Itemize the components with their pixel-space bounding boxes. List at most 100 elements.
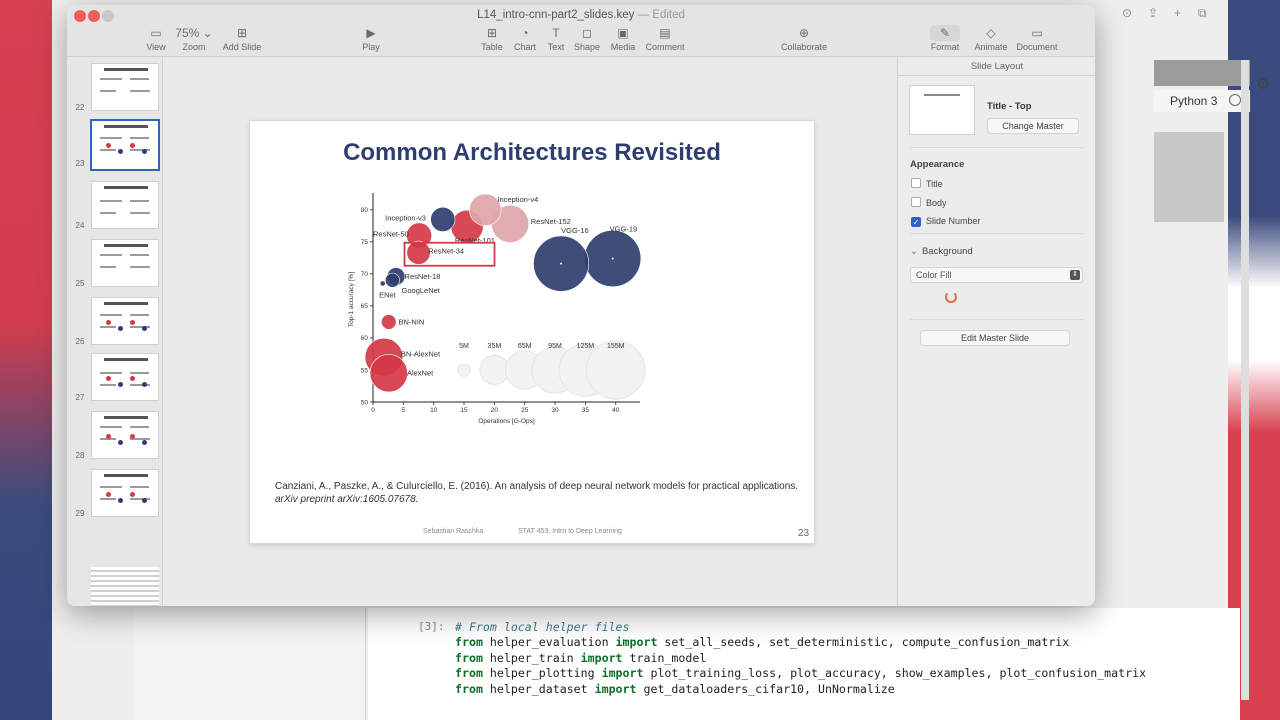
slide-thumbnail[interactable] — [91, 181, 159, 229]
checkbox[interactable] — [911, 178, 921, 188]
citation-venue: arXiv preprint arXiv:1605.07678. — [275, 493, 419, 505]
slide-citation[interactable]: Canziani, A., Paszke, A., & Culurciello,… — [275, 481, 805, 506]
code-keyword: from — [455, 650, 483, 665]
change-master-button[interactable]: Change Master — [987, 118, 1079, 134]
slide-thumbnail[interactable] — [91, 353, 159, 401]
jupyter-scrollbar[interactable] — [1241, 60, 1249, 700]
x-tick-label: 5 — [402, 407, 406, 414]
y-tick-label: 50 — [361, 399, 369, 406]
code-text: from helper_dataset import get_dataloade… — [455, 682, 895, 696]
x-axis-label: Operations [G-Ops] — [478, 418, 535, 425]
x-tick-label: 20 — [491, 407, 499, 414]
slide-thumbnail-number: 25 — [75, 279, 85, 288]
code-keyword: import — [601, 666, 644, 681]
desktop-wallpaper-left — [0, 0, 52, 720]
edit-master-slide-button[interactable]: Edit Master Slide — [920, 330, 1070, 346]
code-token: set_all_seeds, set_deterministic, comput… — [657, 635, 1070, 650]
x-tick-label: 15 — [460, 407, 468, 414]
slide-thumbnail[interactable] — [90, 119, 160, 171]
settings-gear-icon[interactable]: ⚙ — [1256, 74, 1270, 94]
more-thumbnails[interactable] — [91, 567, 159, 606]
tabs-icon[interactable]: ⧉ — [1198, 6, 1212, 20]
play-toolbar-button[interactable]: ▶ Play — [341, 25, 401, 53]
collaborate-toolbar-button[interactable]: ⊕ Collaborate — [774, 25, 834, 53]
data-point-enet[interactable] — [379, 280, 386, 287]
size-legend-label: 155M — [607, 343, 625, 350]
fill-type-select[interactable]: Color Fill ⇕ — [910, 267, 1083, 283]
master-thumbnail[interactable] — [909, 85, 975, 135]
point-label: ENet — [379, 291, 397, 300]
data-point-inception-v3[interactable] — [430, 206, 456, 232]
checkbox[interactable] — [911, 197, 921, 207]
x-tick-label: 35 — [582, 407, 590, 414]
data-point-googlenet[interactable] — [384, 272, 400, 288]
share-icon[interactable]: ⇪ — [1148, 6, 1162, 20]
download-icon[interactable]: ⊙ — [1122, 6, 1136, 20]
data-point-resnet-34[interactable] — [406, 240, 431, 265]
size-legend-label: 95M — [548, 343, 562, 350]
checked-checkbox[interactable]: ✓ — [911, 217, 921, 227]
code-keyword: from — [455, 635, 483, 650]
slide-thumbnail-number: 27 — [75, 393, 85, 402]
point-label: Inception-v3 — [385, 214, 426, 223]
slide-thumbnail-number: 24 — [75, 221, 85, 230]
divider — [910, 147, 1083, 148]
jupyter-side-block — [1154, 132, 1224, 222]
slide-thumbnail[interactable] — [91, 411, 159, 459]
code-text: from helper_plotting import plot_trainin… — [455, 666, 1146, 680]
format-inspector: Slide Layout Title - Top Change Master A… — [897, 57, 1095, 606]
x-tick-label: 10 — [430, 407, 438, 414]
x-tick-label: 0 — [371, 407, 375, 414]
point-label: ResNet-50 — [373, 230, 409, 239]
data-point-bn-nin[interactable] — [381, 314, 397, 330]
size-legend-circle — [479, 355, 510, 385]
point-label: ResNet-152 — [531, 217, 571, 226]
code-token: train_model — [622, 650, 707, 665]
point-label: AlexNet — [407, 369, 434, 378]
code-token: get_dataloaders_cifar10, UnNormalize — [636, 681, 895, 696]
inspector-header: Slide Layout — [970, 61, 1024, 72]
point-label: VGG-19 — [610, 225, 638, 234]
appearance-option[interactable]: ✓ Slide Number — [911, 216, 981, 227]
document-toolbar-button[interactable]: ▭ Document — [1007, 25, 1067, 53]
appearance-option[interactable]: Title — [911, 178, 943, 189]
code-keyword: from — [455, 681, 483, 696]
slide-title[interactable]: Common Architectures Revisited — [250, 139, 814, 167]
document-title: L14_intro-cnn-part2_slides.key — Edited — [67, 9, 1095, 21]
data-point-alexnet[interactable] — [369, 354, 408, 393]
slide-thumbnail[interactable] — [91, 469, 159, 517]
y-tick-label: 55 — [361, 367, 369, 374]
new-tab-icon[interactable]: + — [1174, 6, 1188, 20]
document-icon: ▭ — [1031, 26, 1043, 40]
slide-thumbnail[interactable] — [91, 297, 159, 345]
slide-thumbnail-number: 26 — [75, 337, 85, 346]
slide-thumbnail[interactable] — [91, 63, 159, 111]
code-token: helper_plotting — [482, 666, 602, 681]
jupyter-header-block — [1154, 60, 1250, 86]
comment-label: Comment — [645, 42, 685, 52]
color-well[interactable] — [945, 291, 957, 303]
slide-thumbnail-number: 22 — [75, 103, 85, 112]
background-heading[interactable]: ⌄ Background — [910, 246, 973, 257]
architecture-scatter-chart[interactable]: 0 5 10 15 20 25 30 35 40 50 55 60 65 70 75 80 Operations… — [340, 187, 660, 427]
keynote-window: L14_intro-cnn-part2_slides.key — Edited … — [67, 5, 1095, 606]
data-point-inception-v4[interactable] — [469, 193, 502, 227]
current-slide[interactable]: Common Architectures Revisited 0 5 10 15 20 2… — [250, 121, 814, 543]
appearance-heading: Appearance — [910, 159, 965, 170]
size-legend-label: 5M — [459, 343, 469, 350]
add-slide-toolbar-button[interactable]: ⊞ Add Slide — [212, 25, 272, 53]
comment-toolbar-button[interactable]: ▤ Comment — [635, 25, 695, 53]
y-tick-label: 70 — [361, 271, 369, 278]
y-tick-label: 80 — [361, 207, 369, 214]
appearance-option[interactable]: Body — [911, 197, 947, 208]
add-slide-icon: ⊞ — [236, 26, 248, 40]
x-tick-label: 25 — [521, 407, 529, 414]
code-line: from helper_train import train_model — [455, 651, 1146, 666]
code-cell[interactable]: # From local helper files from helper_eva… — [455, 620, 1146, 697]
code-token: helper_dataset — [482, 681, 595, 696]
y-tick-label: 60 — [361, 335, 369, 342]
point-label: BN-NIN — [398, 317, 424, 326]
slide-navigator: 22 23 24 25 26 27 28 29 — [67, 57, 163, 606]
background-label: Background — [921, 246, 973, 257]
slide-thumbnail[interactable] — [91, 239, 159, 287]
